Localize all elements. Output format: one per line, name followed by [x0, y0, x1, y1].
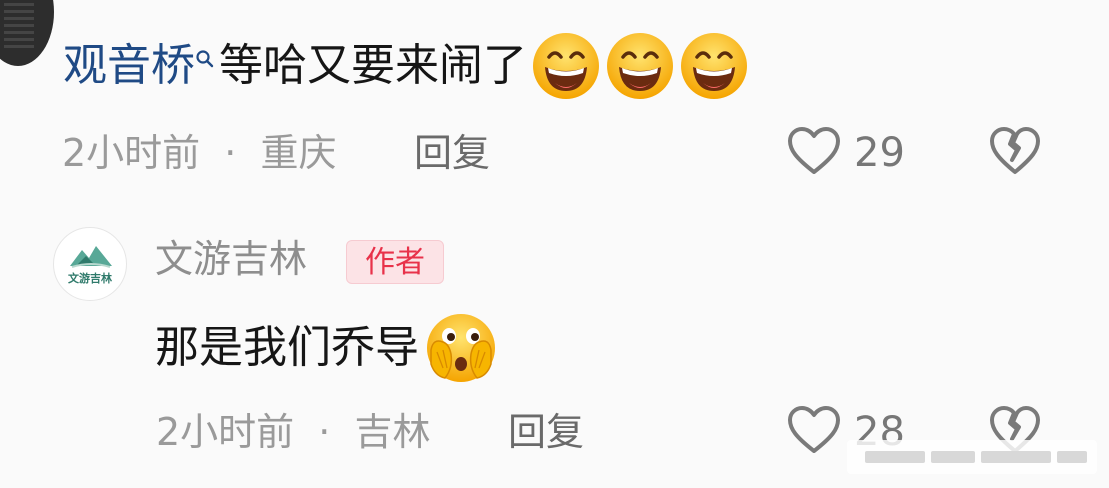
grin-emoji: [679, 31, 749, 101]
author-badge: 作者: [346, 240, 444, 284]
comment-text: 那是我们乔导: [155, 322, 419, 373]
watermark-bar: [1057, 451, 1087, 463]
timestamp: 2小时前: [62, 131, 201, 175]
peeking-face-emoji: [423, 310, 499, 386]
watermark-bar: [865, 451, 925, 463]
like-button[interactable]: 29: [786, 126, 905, 180]
watermark: [847, 440, 1097, 474]
comment-text: 等哈又要来闹了: [219, 40, 527, 91]
like-count: 29: [854, 130, 905, 176]
location: 重庆: [260, 131, 337, 175]
comment-meta: 2小时前 · 重庆: [62, 134, 336, 172]
watermark-bar: [981, 451, 1051, 463]
broken-heart-icon[interactable]: [988, 126, 1042, 180]
comment-content: 那是我们乔导: [155, 310, 499, 386]
avatar[interactable]: [0, 0, 54, 66]
location: 吉林: [354, 410, 431, 454]
meta-separator: ·: [318, 410, 331, 454]
comment-meta: 2小时前 · 吉林: [156, 413, 430, 451]
heart-outline-icon: [786, 126, 842, 180]
username[interactable]: 文游吉林: [155, 240, 307, 278]
username-link[interactable]: 观音桥: [63, 44, 195, 88]
grin-emoji: [531, 31, 601, 101]
reply-button[interactable]: 回复: [508, 413, 584, 451]
comment-list: 观音桥 等哈又要来闹了 2小时前 · 重庆 回复 29 文游吉林 文游吉林 作者…: [0, 0, 1109, 488]
timestamp: 2小时前: [156, 410, 295, 454]
search-icon[interactable]: [195, 44, 215, 88]
avatar[interactable]: 文游吉林: [53, 227, 127, 301]
watermark-bar: [931, 451, 975, 463]
grin-emoji: [605, 31, 675, 101]
heart-outline-icon: [786, 405, 842, 459]
reply-button[interactable]: 回复: [414, 134, 490, 172]
mountain-logo-icon: [70, 246, 112, 268]
avatar-logo-text: 文游吉林: [68, 272, 112, 285]
meta-separator: ·: [224, 131, 237, 175]
comment-content: 观音桥 等哈又要来闹了: [63, 30, 749, 102]
